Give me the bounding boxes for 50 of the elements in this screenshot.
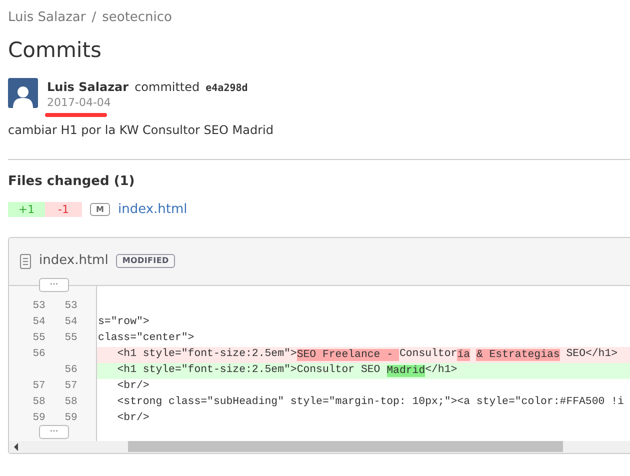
additions-count: +1: [8, 202, 45, 217]
avatar-icon: [8, 78, 38, 108]
code-text: </h1>: [425, 363, 458, 378]
changed-text: ía: [457, 348, 470, 362]
line-number: 55: [32, 330, 46, 346]
file-status-badge: M: [90, 203, 110, 216]
line-number: 59: [64, 410, 78, 426]
code-text: <br/>: [116, 379, 150, 394]
line-number: 58: [32, 394, 46, 410]
file-icon: [20, 254, 31, 268]
code-text: s="row">: [98, 315, 150, 330]
code-text: Consultor: [399, 347, 458, 362]
breadcrumb-separator: /: [92, 9, 96, 28]
changed-text: SEO Freelance -: [296, 346, 400, 362]
file-status-badge: MODIFIED: [116, 254, 175, 268]
breadcrumb-link[interactable]: Luis Salazar: [8, 8, 86, 28]
line-number: 54: [64, 314, 78, 330]
changed-text: & Estrategias: [475, 348, 560, 362]
code-text: SEO</h1>: [565, 347, 618, 362]
line-number: 57: [32, 378, 46, 394]
file-link[interactable]: index.html: [118, 200, 188, 220]
code-text: <h1 style="font-size:2.5em">: [116, 347, 297, 362]
commit-hash-link[interactable]: e4a298d: [206, 81, 248, 96]
scrollbar[interactable]: [9, 440, 630, 452]
code-text: class="center">: [98, 331, 194, 346]
breadcrumb-link[interactable]: seotecnico: [102, 8, 172, 28]
commit-date: 2017-04-04: [47, 96, 111, 110]
line-number: 53: [64, 298, 78, 314]
line-number: 53: [32, 298, 46, 314]
line-number: 54: [32, 314, 46, 330]
expand-button[interactable]: ···: [39, 424, 69, 438]
code-text: <br/>: [116, 411, 150, 426]
commit-message: cambiar H1 por la KW Consultor SEO Madrid: [8, 122, 274, 139]
file-name: index.html: [39, 252, 108, 270]
line-number: 55: [64, 330, 78, 346]
line-number: 56: [32, 346, 46, 362]
code-text: <h1 style="font-size:2.5em">Consultor SEO: [116, 363, 382, 378]
line-number: 58: [64, 394, 78, 410]
line-number: 59: [32, 410, 46, 426]
expand-button[interactable]: ···: [39, 278, 69, 292]
code-text: <strong class="subHeading" style="margin-top: 10px;"><a style="color:#FFA500 !i: [116, 395, 624, 410]
changed-text: Madrid: [386, 364, 426, 378]
commit-action: committed: [134, 79, 200, 96]
page-title: Commits: [8, 37, 102, 64]
line-number: 57: [64, 378, 78, 394]
section-heading: Files changed (1): [8, 173, 136, 191]
deletions-count: -1: [45, 202, 82, 217]
line-number: 56: [64, 362, 78, 378]
author-link[interactable]: Luis Salazar: [47, 78, 129, 96]
underline-scribble: [45, 113, 107, 117]
